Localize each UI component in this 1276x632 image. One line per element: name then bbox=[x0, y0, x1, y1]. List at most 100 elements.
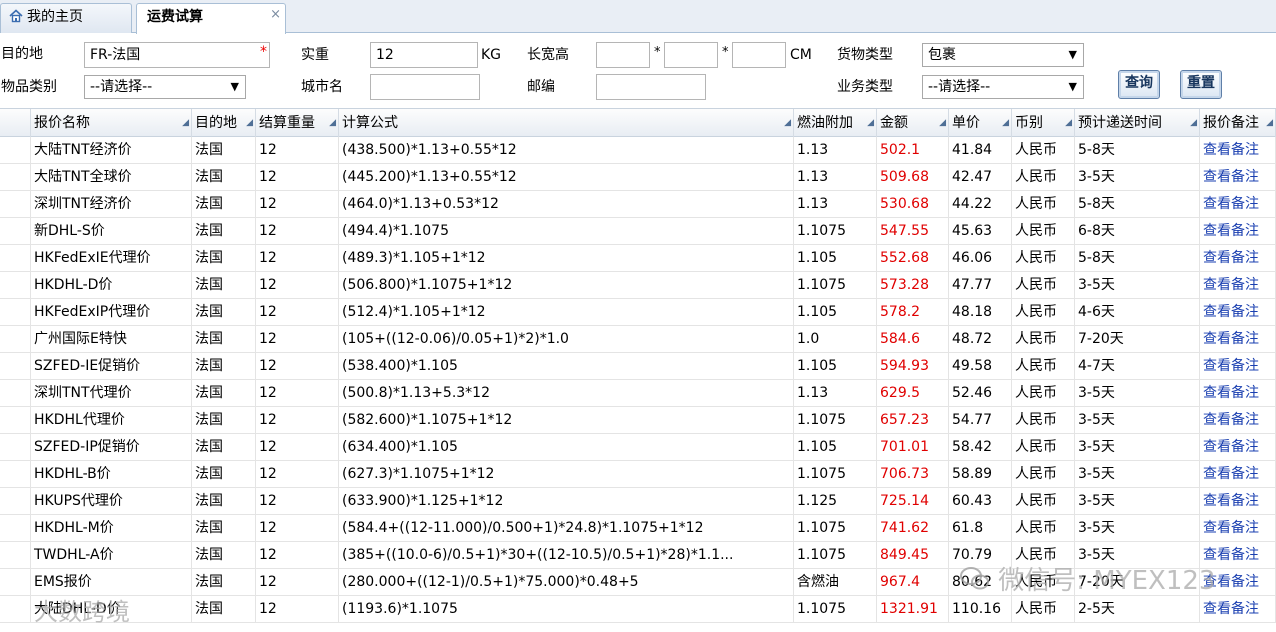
quote-name-cell: 大陆TNT全球价 bbox=[31, 164, 192, 190]
chevron-down-icon: ▼ bbox=[230, 80, 239, 93]
table-row[interactable]: 深圳TNT代理价 法国 12 (500.8)*1.13+5.3*12 1.13 629.5… bbox=[0, 380, 1276, 407]
tab-freight-calc-label: 运费试算 bbox=[147, 9, 203, 25]
business-type-select[interactable]: --请选择-- ▼ bbox=[922, 75, 1084, 99]
remark-link[interactable]: 查看备注 bbox=[1200, 299, 1276, 325]
delivery-time-cell: 3-5天 bbox=[1075, 515, 1200, 541]
table-row[interactable]: SZFED-IE促销价 法国 12 (538.400)*1.105 1.105 594.9… bbox=[0, 353, 1276, 380]
remark-link[interactable]: 查看备注 bbox=[1200, 461, 1276, 487]
remark-link[interactable]: 查看备注 bbox=[1200, 434, 1276, 460]
sort-icon[interactable]: ◢ bbox=[1190, 109, 1197, 137]
formula-cell: (445.200)*1.13+0.55*12 bbox=[339, 164, 794, 190]
table-row[interactable]: 新DHL-S价 法国 12 (494.4)*1.1075 1.1075 547.55 45.… bbox=[0, 218, 1276, 245]
sort-icon[interactable]: ◢ bbox=[1002, 109, 1009, 137]
sort-icon[interactable]: ◢ bbox=[784, 109, 791, 137]
destination-cell: 法国 bbox=[192, 299, 256, 325]
unit-price-cell: 48.18 bbox=[949, 299, 1012, 325]
table-row[interactable]: HKFedExIP代理价 法国 12 (512.4)*1.105+1*12 1.105 5… bbox=[0, 299, 1276, 326]
goods-type-select[interactable]: 包裹 ▼ bbox=[922, 43, 1084, 67]
reset-button[interactable]: 重置 bbox=[1180, 70, 1222, 99]
quote-name-cell: 深圳TNT经济价 bbox=[31, 191, 192, 217]
wechat-icon bbox=[960, 567, 989, 590]
weight-input[interactable]: 12 bbox=[370, 42, 478, 68]
delivery-time-cell: 5-8天 bbox=[1075, 191, 1200, 217]
tab-home[interactable]: 我的主页 bbox=[0, 3, 132, 33]
delivery-time-cell: 3-5天 bbox=[1075, 407, 1200, 433]
table-row[interactable]: 大陆TNT经济价 法国 12 (438.500)*1.13+0.55*12 1.13 50… bbox=[0, 137, 1276, 164]
destination-input[interactable]: FR-法国 * bbox=[84, 42, 270, 68]
currency-cell: 人民币 bbox=[1012, 137, 1075, 163]
destination-cell: 法国 bbox=[192, 488, 256, 514]
col-delivery-time-header[interactable]: 预计递送时间 ◢ bbox=[1075, 109, 1200, 137]
col-formula-header[interactable]: 计算公式 ◢ bbox=[339, 109, 794, 137]
city-input[interactable] bbox=[370, 74, 480, 100]
remark-link[interactable]: 查看备注 bbox=[1200, 407, 1276, 433]
column-header-label: 单价 bbox=[952, 115, 980, 131]
formula-cell: (627.3)*1.1075+1*12 bbox=[339, 461, 794, 487]
col-fuel-surcharge-header[interactable]: 燃油附加 ◢ bbox=[794, 109, 877, 137]
destination-cell: 法国 bbox=[192, 515, 256, 541]
table-row[interactable]: HKDHL代理价 法国 12 (582.600)*1.1075+1*12 1.1075 6… bbox=[0, 407, 1276, 434]
remark-link[interactable]: 查看备注 bbox=[1200, 515, 1276, 541]
query-button[interactable]: 查询 bbox=[1118, 70, 1160, 99]
formula-cell: (582.600)*1.1075+1*12 bbox=[339, 407, 794, 433]
sort-icon[interactable]: ◢ bbox=[1266, 109, 1273, 137]
quote-name-cell: HKFedExIE代理价 bbox=[31, 245, 192, 271]
table-row[interactable]: 大陆TNT全球价 法国 12 (445.200)*1.13+0.55*12 1.13 50… bbox=[0, 164, 1276, 191]
delivery-time-cell: 4-6天 bbox=[1075, 299, 1200, 325]
column-header-label: 金额 bbox=[880, 115, 908, 131]
tab-freight-calc[interactable]: 运费试算 × bbox=[136, 3, 286, 34]
length-input[interactable] bbox=[596, 42, 650, 68]
remark-link[interactable]: 查看备注 bbox=[1200, 164, 1276, 190]
remark-link[interactable]: 查看备注 bbox=[1200, 326, 1276, 352]
sort-icon[interactable]: ◢ bbox=[329, 109, 336, 137]
sort-icon[interactable]: ◢ bbox=[1065, 109, 1072, 137]
remark-link[interactable]: 查看备注 bbox=[1200, 596, 1276, 622]
sort-icon[interactable]: ◢ bbox=[246, 109, 253, 137]
quote-name-cell: SZFED-IE促销价 bbox=[31, 353, 192, 379]
amount-cell: 547.55 bbox=[877, 218, 949, 244]
remark-link[interactable]: 查看备注 bbox=[1200, 272, 1276, 298]
table-row[interactable]: 大陆DHL-D价 法国 12 (1193.6)*1.1075 1.1075 1321.91… bbox=[0, 596, 1276, 623]
remark-link[interactable]: 查看备注 bbox=[1200, 218, 1276, 244]
col-remark-header[interactable]: 报价备注 ◢ bbox=[1200, 109, 1276, 137]
remark-link[interactable]: 查看备注 bbox=[1200, 488, 1276, 514]
remark-link[interactable]: 查看备注 bbox=[1200, 353, 1276, 379]
sort-icon[interactable]: ◢ bbox=[182, 109, 189, 137]
close-icon[interactable]: × bbox=[270, 1, 281, 28]
height-input[interactable] bbox=[732, 42, 786, 68]
table-row[interactable]: SZFED-IP促销价 法国 12 (634.400)*1.105 1.105 701.0… bbox=[0, 434, 1276, 461]
unit-price-cell: 49.58 bbox=[949, 353, 1012, 379]
table-row[interactable]: HKFedExIE代理价 法国 12 (489.3)*1.105+1*12 1.105 5… bbox=[0, 245, 1276, 272]
table-row[interactable]: 深圳TNT经济价 法国 12 (464.0)*1.13+0.53*12 1.13 530.… bbox=[0, 191, 1276, 218]
remark-link[interactable]: 查看备注 bbox=[1200, 380, 1276, 406]
table-row[interactable]: 广州国际E特快 法国 12 (105+((12-0.06)/0.05+1)*2)*1.… bbox=[0, 326, 1276, 353]
col-destination-header[interactable]: 目的地 ◢ bbox=[192, 109, 256, 137]
billing-weight-cell: 12 bbox=[256, 569, 339, 595]
sort-icon[interactable]: ◢ bbox=[939, 109, 946, 137]
quote-name-cell: 大陆TNT经济价 bbox=[31, 137, 192, 163]
table-row[interactable]: HKUPS代理价 法国 12 (633.900)*1.125+1*12 1.125 725… bbox=[0, 488, 1276, 515]
currency-cell: 人民币 bbox=[1012, 488, 1075, 514]
remark-link[interactable]: 查看备注 bbox=[1200, 191, 1276, 217]
postcode-input[interactable] bbox=[596, 74, 706, 100]
billing-weight-cell: 12 bbox=[256, 137, 339, 163]
table-row[interactable]: HKDHL-M价 法国 12 (584.4+((12-11.000)/0.500+1)… bbox=[0, 515, 1276, 542]
remark-link[interactable]: 查看备注 bbox=[1200, 245, 1276, 271]
amount-cell: 578.2 bbox=[877, 299, 949, 325]
col-billing-weight-header[interactable]: 结算重量 ◢ bbox=[256, 109, 339, 137]
billing-weight-cell: 12 bbox=[256, 272, 339, 298]
width-input[interactable] bbox=[664, 42, 718, 68]
col-quote-name-header[interactable]: 报价名称 ◢ bbox=[31, 109, 192, 137]
col-amount-header[interactable]: 金额 ◢ bbox=[877, 109, 949, 137]
table-row[interactable]: HKDHL-B价 法国 12 (627.3)*1.1075+1*12 1.1075 706… bbox=[0, 461, 1276, 488]
destination-cell: 法国 bbox=[192, 596, 256, 622]
remark-link[interactable]: 查看备注 bbox=[1200, 137, 1276, 163]
column-header-label: 燃油附加 bbox=[797, 115, 853, 131]
item-category-select[interactable]: --请选择-- ▼ bbox=[84, 75, 246, 99]
unit-price-cell: 110.16 bbox=[949, 596, 1012, 622]
col-currency-header[interactable]: 币别 ◢ bbox=[1012, 109, 1075, 137]
table-row[interactable]: HKDHL-D价 法国 12 (506.800)*1.1075+1*12 1.1075 5… bbox=[0, 272, 1276, 299]
sort-icon[interactable]: ◢ bbox=[867, 109, 874, 137]
col-unit-price-header[interactable]: 单价 ◢ bbox=[949, 109, 1012, 137]
fuel-surcharge-cell: 1.13 bbox=[794, 191, 877, 217]
